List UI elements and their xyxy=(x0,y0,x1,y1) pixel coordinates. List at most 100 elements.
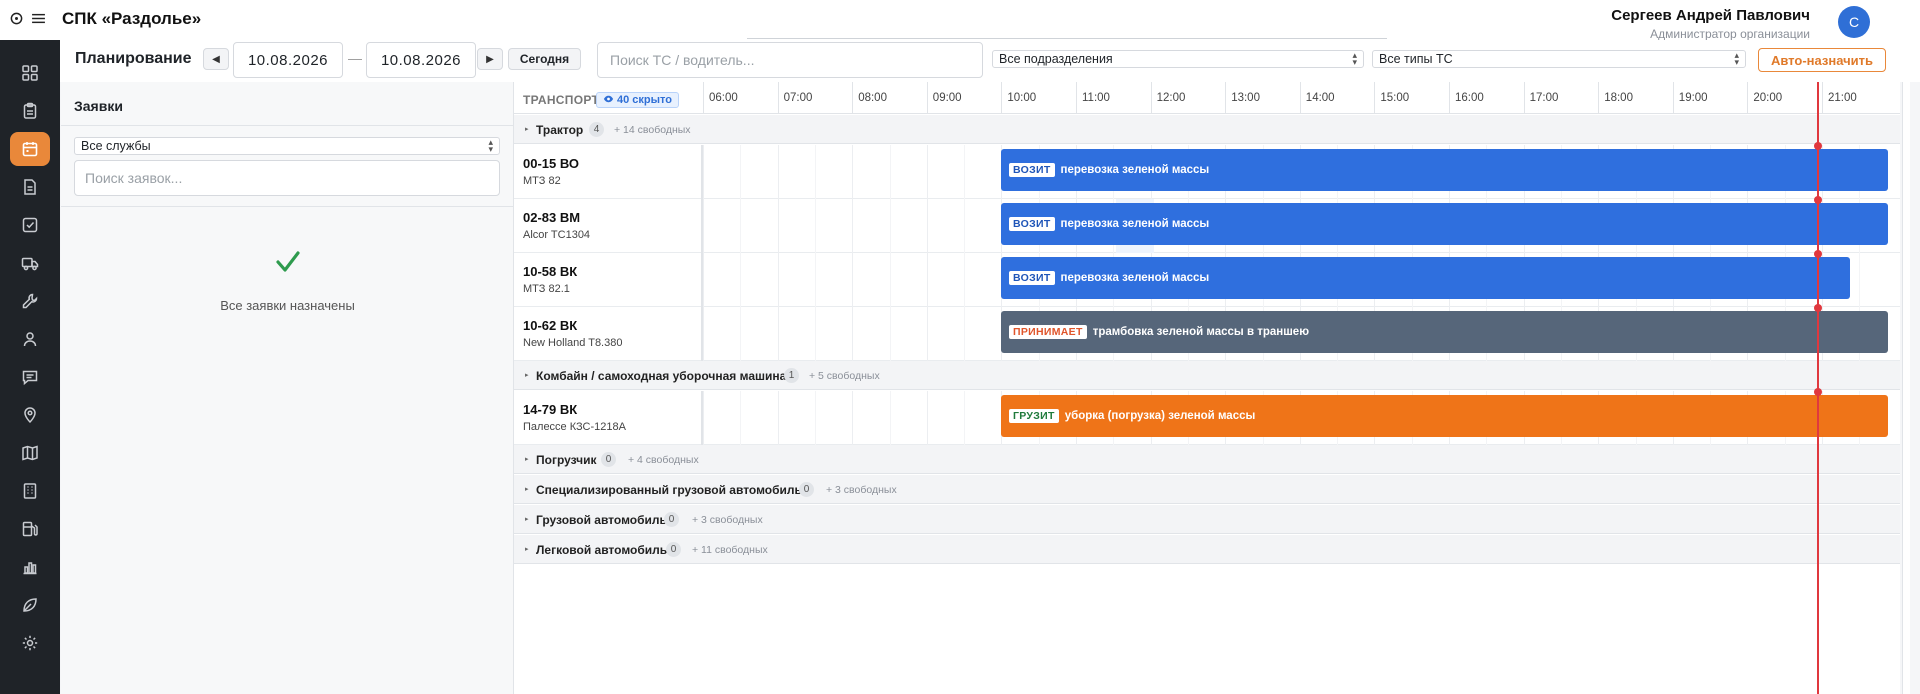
vehicle-group-row[interactable]: ▸ Грузовой автомобиль 0 + 3 свободных xyxy=(514,505,1900,534)
vehicle-info[interactable]: 10-58 ВК МТЗ 82.1 xyxy=(514,253,703,307)
caret-right-icon[interactable]: ▸ xyxy=(525,515,529,523)
caret-right-icon[interactable]: ▸ xyxy=(525,371,529,379)
vehicle-row[interactable]: 10-62 ВК New Holland T8.380 ПРИНИМАЕТ трамб… xyxy=(514,307,1900,361)
grid-line xyxy=(926,253,928,307)
date-to-field[interactable]: 10.08.2026 xyxy=(366,42,476,78)
caret-right-icon[interactable]: ▸ xyxy=(525,455,529,463)
sidebar-item-employees[interactable] xyxy=(10,322,50,356)
document-icon xyxy=(24,179,36,195)
sidebar-item-documents[interactable] xyxy=(10,170,50,204)
hour-column-label: 16:00 xyxy=(1449,82,1524,114)
sidebar-item-clipboard[interactable] xyxy=(10,94,50,128)
group-count-badge: 0 xyxy=(601,452,616,467)
current-time-marker xyxy=(1814,388,1822,396)
user-name[interactable]: Сергеев Андрей Павлович xyxy=(1611,7,1810,24)
group-name: Грузовой автомобиль xyxy=(536,513,667,527)
vehicle-group-row[interactable]: ▸ Специализированный грузовой автомобиль 0… xyxy=(514,475,1900,504)
group-free-count[interactable]: + 11 свободных xyxy=(692,544,768,556)
current-time-marker xyxy=(1814,250,1822,258)
auto-assign-button[interactable]: Авто-назначить xyxy=(1758,48,1886,72)
vehicle-row[interactable]: 14-79 ВК Палессе КЗС-1218А ГРУЗИТ уборка (п… xyxy=(514,391,1900,445)
group-free-count[interactable]: + 5 свободных xyxy=(809,370,880,382)
sidebar-item-agronomy[interactable] xyxy=(10,588,50,622)
task-bar[interactable]: ПРИНИМАЕТ трамбовка зеленой массы в транш… xyxy=(1001,311,1888,353)
task-bar[interactable]: ВОЗИТ перевозка зеленой массы xyxy=(1001,203,1888,245)
vehicle-group-row[interactable]: ▸ Комбайн / самоходная уборочная машина 1 +… xyxy=(514,361,1900,390)
chat-icon xyxy=(22,370,38,386)
prev-date-button[interactable]: ◀ xyxy=(203,48,229,70)
sidebar xyxy=(0,40,60,694)
task-bar[interactable]: ВОЗИТ перевозка зеленой массы xyxy=(1001,257,1850,299)
vehicle-group-row[interactable]: ▸ Трактор 4 + 14 свободных xyxy=(514,115,1900,144)
grid-line xyxy=(703,391,704,445)
group-free-count[interactable]: + 14 свободных xyxy=(614,124,691,136)
vehicle-search-input[interactable]: Поиск ТС / водитель... xyxy=(597,42,983,78)
hour-column-label: 07:00 xyxy=(777,82,853,114)
vehicle-info[interactable]: 14-79 ВК Палессе КЗС-1218А xyxy=(514,391,703,445)
task-status-tag: ВОЗИТ xyxy=(1009,163,1055,177)
group-count-badge: 4 xyxy=(589,122,604,137)
vehicle-type-select-value: Все типы ТС xyxy=(1379,52,1453,66)
vehicle-model: Alcor TC1304 xyxy=(523,229,591,241)
grid-line xyxy=(964,391,966,445)
division-select[interactable]: Все подразделения ▴ ▾ xyxy=(992,50,1364,68)
vehicle-info[interactable]: 00-15 ВО МТЗ 82 xyxy=(514,145,703,199)
vehicle-info[interactable]: 02-83 ВМ Alcor TC1304 xyxy=(514,199,703,253)
sidebar-item-tasks[interactable] xyxy=(10,208,50,242)
vehicle-group-row[interactable]: ▸ Погрузчик 0 + 4 свободных xyxy=(514,445,1900,474)
scrollbar[interactable] xyxy=(1902,82,1910,694)
today-button[interactable]: Сегодня xyxy=(508,48,581,70)
service-select[interactable]: Все службы ▴ ▾ xyxy=(74,137,500,155)
sidebar-item-locations[interactable] xyxy=(10,398,50,432)
grid-line xyxy=(740,307,742,361)
grid-line xyxy=(889,199,891,253)
sidebar-item-messages[interactable] xyxy=(10,360,50,394)
requests-panel: Заявки Все службы ▴ ▾ Поиск заявок... Все… xyxy=(61,82,514,694)
vehicle-type-select[interactable]: Все типы ТС ▴ ▾ xyxy=(1372,50,1746,68)
sidebar-item-map[interactable] xyxy=(10,436,50,470)
hour-column-label: 15:00 xyxy=(1374,82,1449,114)
requests-search-input[interactable]: Поиск заявок... xyxy=(74,160,500,196)
grid-line xyxy=(703,253,704,307)
page-title: Планирование xyxy=(75,50,192,67)
next-date-button[interactable]: ▶ xyxy=(477,48,503,70)
select-arrows-icon: ▴ ▾ xyxy=(488,137,493,154)
grid-line xyxy=(852,253,854,307)
group-name: Специализированный грузовой автомобиль xyxy=(536,483,802,497)
vehicle-group-row[interactable]: ▸ Легковой автомобиль 0 + 11 свободных xyxy=(514,535,1900,564)
group-free-count[interactable]: + 4 свободных xyxy=(628,454,699,466)
task-bar[interactable]: ГРУЗИТ уборка (погрузка) зеленой массы xyxy=(1001,395,1888,437)
hour-column-label: 21:00 xyxy=(1822,82,1897,114)
sidebar-item-transport[interactable] xyxy=(10,246,50,280)
group-free-count[interactable]: + 3 свободных xyxy=(826,484,897,496)
vehicle-plate: 10-62 ВК xyxy=(523,318,578,333)
task-bar[interactable]: ВОЗИТ перевозка зеленой массы xyxy=(1001,149,1888,191)
grid-line xyxy=(889,253,891,307)
caret-right-icon[interactable]: ▸ xyxy=(525,545,529,553)
sidebar-item-fuel[interactable] xyxy=(10,512,50,546)
vehicle-info[interactable]: 10-62 ВК New Holland T8.380 xyxy=(514,307,703,361)
sidebar-item-settings[interactable] xyxy=(10,626,50,660)
caret-right-icon[interactable]: ▸ xyxy=(525,125,529,133)
hidden-vehicles-badge[interactable]: 40 скрыто xyxy=(596,92,679,108)
vehicle-row[interactable]: 02-83 ВМ Alcor TC1304 ВОЗИТ перевозка зелен… xyxy=(514,199,1900,253)
grid-line xyxy=(777,391,779,445)
date-from-field[interactable]: 10.08.2026 xyxy=(233,42,343,78)
vehicle-row[interactable]: 00-15 ВО МТЗ 82 ВОЗИТ перевозка зеленой мас… xyxy=(514,145,1900,199)
vehicle-plate: 02-83 ВМ xyxy=(523,210,581,225)
task-status-tag: ВОЗИТ xyxy=(1009,217,1055,231)
group-free-count[interactable]: + 3 свободных xyxy=(692,514,763,526)
vehicle-row[interactable]: 10-58 ВК МТЗ 82.1 ВОЗИТ перевозка зеленой м… xyxy=(514,253,1900,307)
sidebar-item-dashboard[interactable] xyxy=(10,56,50,90)
avatar[interactable]: С xyxy=(1838,6,1870,38)
grid-line xyxy=(740,253,742,307)
caret-right-icon[interactable]: ▸ xyxy=(525,485,529,493)
logo-icon[interactable] xyxy=(8,10,24,26)
hamburger-menu-icon[interactable] xyxy=(30,10,46,26)
sidebar-item-repairs[interactable] xyxy=(10,284,50,318)
sidebar-item-planning[interactable] xyxy=(10,132,50,166)
gantt-chart: ТРАНСПОРТ 40 скрыто 06:00 07:00 08:00 09:00… xyxy=(514,82,1900,694)
sidebar-item-reports[interactable] xyxy=(10,550,50,584)
current-time-marker xyxy=(1814,304,1822,312)
sidebar-item-organization[interactable] xyxy=(10,474,50,508)
